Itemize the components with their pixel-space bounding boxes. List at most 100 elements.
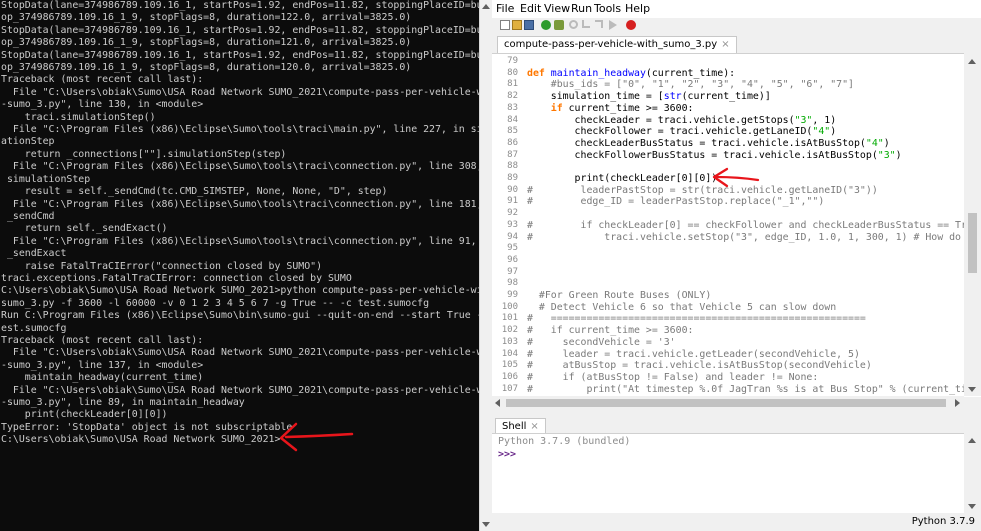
line-number: 106: [501, 371, 518, 382]
code-line: # traci.vehicle.setStop("3", edge_ID, 1.…: [527, 232, 979, 243]
code-token: checkLeaderBusStatus = traci.vehicle.isA…: [527, 137, 866, 149]
line-number: 81: [507, 79, 518, 90]
console-line: C:\Users\obiak\Sumo\USA Road Network SUM…: [1, 434, 281, 446]
status-bar: Python 3.7.9: [492, 513, 981, 531]
code-token: # edge_ID = leaderPastStop.replace("_1",…: [527, 196, 825, 208]
scroll-down-icon[interactable]: [968, 504, 976, 509]
console-line: StopData(lane=374986789.109.16_1, startP…: [1, 24, 479, 36]
console-line: _sendExact: [1, 248, 67, 260]
shell-panel[interactable]: Python 3.7.9 (bundled) >>>: [492, 433, 981, 514]
line-number: 85: [507, 126, 518, 137]
tab-compute-pass[interactable]: compute-pass-per-vehicle-with_sumo_3.py ×: [497, 36, 737, 53]
menu-help[interactable]: Help: [625, 2, 650, 15]
save-icon[interactable]: [524, 20, 534, 30]
code-line: def maintain_headway(current_time):: [527, 68, 735, 79]
step-over-icon[interactable]: [569, 20, 578, 29]
scroll-up-icon[interactable]: [968, 59, 976, 64]
console-scrollbar[interactable]: [479, 0, 492, 531]
console-line: File "C:\Program Files (x86)\Eclipse\Sum…: [1, 124, 479, 136]
code-line: # leader = traci.vehicle.getLeader(secon…: [527, 349, 860, 360]
menu-view[interactable]: View: [544, 2, 570, 15]
code-token: ): [883, 137, 890, 149]
menu-run[interactable]: Run: [571, 2, 592, 15]
resume-icon[interactable]: [609, 20, 617, 30]
line-number: 80: [507, 67, 518, 78]
step-out-icon[interactable]: [595, 20, 603, 28]
scroll-up-icon[interactable]: [482, 4, 490, 9]
shell-scrollbar[interactable]: [964, 433, 981, 513]
console-line: File "C:\Program Files (x86)\Eclipse\Sum…: [1, 161, 479, 173]
line-number: 88: [507, 161, 518, 172]
code-token: (current_time):: [645, 67, 736, 79]
code-token: # if current_time >= 3600:: [527, 325, 694, 337]
menu-tools[interactable]: Tools: [594, 2, 621, 15]
line-number: 95: [507, 243, 518, 254]
console-line: C:\Users\obiak\Sumo\USA Road Network SUM…: [1, 285, 479, 297]
console-line: op_374986789.109.16_1_9, stopFlags=8, du…: [1, 12, 412, 24]
close-tab-icon[interactable]: ×: [530, 421, 538, 432]
line-number: 101: [501, 313, 518, 324]
code-token: "4": [812, 126, 831, 138]
code-line: # if current_time >= 3600:: [527, 325, 693, 336]
step-into-icon[interactable]: [582, 20, 590, 28]
console-line: File "C:\Users\obiak\Sumo\USA Road Netwo…: [1, 347, 479, 359]
run-icon[interactable]: [541, 20, 551, 30]
console-line: sumo_3.py -f 3600 -l 60000 -v 0 1 2 3 4 …: [1, 297, 430, 309]
code-line: # secondVehicle = '3': [527, 337, 676, 348]
console-line: File "C:\Program Files (x86)\Eclipse\Sum…: [1, 235, 479, 247]
code-token: current_time >= 3600:: [562, 102, 694, 114]
console-window[interactable]: StopData(lane=374986789.109.16_1, startP…: [0, 0, 479, 531]
code-line: # ======================================…: [527, 313, 866, 324]
line-number: 107: [501, 383, 518, 394]
stop-icon[interactable]: [626, 20, 636, 30]
console-line: simulationStep: [1, 173, 91, 185]
console-line: est.sumocfg: [1, 322, 67, 334]
line-number-gutter: 79 80 81 82 83 84 85 86 87 88 89 90 91 92 93 94 95 96 97 98…: [492, 54, 522, 397]
code-token: # if checkLeader[0] == checkFollower and…: [527, 219, 979, 231]
shell-banner: Python 3.7.9 (bundled): [498, 436, 631, 447]
editor-horizontal-scrollbar[interactable]: [492, 396, 964, 410]
open-folder-icon[interactable]: [512, 20, 522, 30]
code-token: checkFollower = traci.vehicle.getLaneID(: [527, 126, 813, 138]
line-number: 98: [507, 278, 518, 289]
code-line: # leaderPastStop = str(traci.vehicle.get…: [527, 185, 878, 196]
scroll-up-icon[interactable]: [968, 438, 976, 443]
code-line: # if (atBusStop != False) and leader != …: [527, 372, 818, 383]
shell-prompt[interactable]: >>>: [498, 449, 516, 460]
code-token: , 1): [812, 114, 837, 126]
line-number: 91: [507, 196, 518, 207]
console-line: File "C:\Users\obiak\Sumo\USA Road Netwo…: [1, 384, 479, 396]
scroll-thumb[interactable]: [506, 399, 946, 407]
editor-vertical-scrollbar[interactable]: [964, 53, 981, 396]
interpreter-status[interactable]: Python 3.7.9: [912, 516, 975, 527]
line-number: 86: [507, 137, 518, 148]
line-number: 100: [501, 301, 518, 312]
new-file-icon[interactable]: [500, 20, 510, 30]
menu-edit[interactable]: Edit: [520, 2, 541, 15]
scroll-left-icon[interactable]: [495, 399, 500, 407]
line-number: 104: [501, 348, 518, 359]
scroll-right-icon[interactable]: [955, 399, 960, 407]
close-tab-icon[interactable]: ×: [721, 39, 729, 50]
scroll-down-icon[interactable]: [968, 387, 976, 392]
scroll-thumb[interactable]: [968, 213, 977, 273]
code-line: #For Green Route Buses (ONLY): [527, 290, 711, 301]
code-token: # leaderPastStop = str(traci.vehicle.get…: [527, 184, 878, 196]
menu-file[interactable]: File: [496, 2, 514, 15]
console-line: File "C:\Program Files (x86)\Eclipse\Sum…: [1, 198, 479, 210]
ide-window: File Edit View Run Tools Help compute-pa…: [492, 0, 981, 531]
console-line: print(checkLeader[0][0]): [1, 409, 168, 421]
shell-tabs: Shell ×: [492, 416, 981, 435]
line-number: 103: [501, 336, 518, 347]
code-editor[interactable]: 79 80 81 82 83 84 85 86 87 88 89 90 91 92 93 94 95 96 97 98…: [492, 53, 981, 397]
code-line: if current_time >= 3600:: [527, 102, 694, 114]
debug-icon[interactable]: [554, 20, 564, 30]
code-token: #bus_ids = ["0", "1", "2", "3", "4", "5"…: [527, 79, 854, 91]
code-token: str: [663, 91, 682, 103]
code-token: # atBusStop = traci.vehicle.isAtBusStop(…: [527, 360, 872, 372]
scroll-down-icon[interactable]: [482, 522, 490, 527]
line-number: 99: [507, 290, 518, 300]
code-token: print(checkLeader[0][0]): [527, 173, 718, 184]
code-token: def: [527, 67, 551, 79]
